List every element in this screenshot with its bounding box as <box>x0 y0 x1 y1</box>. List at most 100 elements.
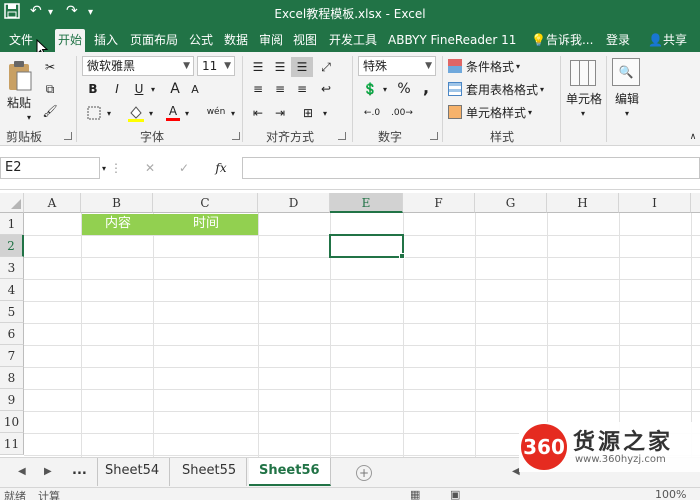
fill-handle[interactable] <box>399 253 405 259</box>
find-icon[interactable]: 🔍 <box>612 58 640 86</box>
insert-function-button[interactable]: fx <box>210 158 232 178</box>
column-header-h[interactable]: H <box>547 193 619 213</box>
font-launcher-icon[interactable] <box>232 132 240 140</box>
row-header-6[interactable]: 6 <box>0 323 24 345</box>
align-right-icon[interactable]: ≡ <box>292 80 312 98</box>
sheet-tab-sheet55[interactable]: Sheet55 <box>172 458 248 486</box>
percent-button[interactable]: % <box>394 80 414 98</box>
row-header-11[interactable]: 11 <box>0 433 24 455</box>
name-box-dropdown-icon[interactable]: ▾ <box>98 158 110 178</box>
tab-home[interactable]: 开始 <box>55 29 86 52</box>
number-launcher-icon[interactable] <box>430 132 438 140</box>
phonetic-button[interactable]: wén <box>204 102 228 122</box>
tab-view[interactable]: 视图 <box>290 29 320 52</box>
column-header-g[interactable]: G <box>475 193 547 213</box>
row-header-5[interactable]: 5 <box>0 301 24 323</box>
tab-file[interactable]: 文件 <box>6 29 36 52</box>
conditional-format-button[interactable]: 条件格式 ▾ <box>448 57 552 75</box>
formula-input[interactable] <box>242 157 700 179</box>
increase-decimal-icon[interactable]: ←.0 <box>360 104 384 122</box>
currency-dropdown-icon[interactable]: ▾ <box>380 80 390 98</box>
editing-dropdown-icon[interactable]: ▾ <box>620 106 634 120</box>
format-as-table-button[interactable]: 套用表格格式 ▾ <box>448 80 558 98</box>
paste-icon[interactable] <box>4 58 34 94</box>
scroll-right-icon[interactable]: ▶ <box>44 466 52 477</box>
border-icon[interactable] <box>84 104 104 122</box>
cancel-button[interactable]: ✕ <box>140 158 160 178</box>
selected-cell-e2[interactable] <box>329 234 404 258</box>
row-header-2[interactable]: 2 <box>0 235 24 257</box>
increase-indent-icon[interactable]: ⇥ <box>270 104 290 122</box>
row-header-1[interactable]: 1 <box>0 213 24 235</box>
sheet-tab-sheet56[interactable]: Sheet56 <box>249 458 331 486</box>
column-header-b[interactable]: B <box>81 193 153 213</box>
phonetic-dropdown-icon[interactable]: ▾ <box>228 104 238 122</box>
fill-color-dropdown-icon[interactable]: ▾ <box>146 104 156 122</box>
row-header-9[interactable]: 9 <box>0 389 24 411</box>
number-format-select[interactable]: 特殊 ▼ <box>358 56 436 76</box>
orientation-icon[interactable]: ⤢ <box>316 58 336 76</box>
shrink-font-button[interactable]: A <box>186 80 204 98</box>
grow-font-button[interactable]: A <box>166 80 184 98</box>
merge-dropdown-icon[interactable]: ▾ <box>320 104 330 122</box>
row-header-4[interactable]: 4 <box>0 279 24 301</box>
decrease-decimal-icon[interactable]: .00→ <box>390 104 414 122</box>
format-painter-icon[interactable]: 🖌 <box>40 102 60 120</box>
column-header-a[interactable]: A <box>24 193 81 213</box>
tab-abbyy[interactable]: ABBYY FineReader 11 <box>385 29 519 52</box>
tab-review[interactable]: 审阅 <box>256 29 286 52</box>
cut-icon[interactable]: ✂ <box>40 58 60 76</box>
comma-button[interactable]: , <box>418 78 434 97</box>
cells-dropdown-icon[interactable]: ▾ <box>576 106 590 120</box>
italic-button[interactable]: I <box>108 80 126 98</box>
align-middle-icon[interactable]: ☰ <box>270 58 290 76</box>
merge-center-icon[interactable]: ⊞ <box>296 104 320 122</box>
signin-link[interactable]: 登录 <box>603 29 633 52</box>
worksheet-grid[interactable]: A B C D E F G H I 1 2 3 4 5 6 7 8 9 10 1… <box>0 193 700 457</box>
underline-button[interactable]: U <box>130 80 148 98</box>
page-layout-view-icon[interactable]: ▣ <box>450 488 460 500</box>
border-dropdown-icon[interactable]: ▾ <box>104 104 114 122</box>
tab-data[interactable]: 数据 <box>221 29 251 52</box>
align-left-icon[interactable]: ≡ <box>248 80 268 98</box>
paste-button[interactable]: 粘贴 <box>4 94 34 110</box>
fill-color-icon[interactable] <box>126 104 146 122</box>
tab-page-layout[interactable]: 页面布局 <box>127 29 181 52</box>
scroll-left-icon[interactable]: ◀ <box>18 466 26 477</box>
row-header-10[interactable]: 10 <box>0 411 24 433</box>
tell-me-search[interactable]: 💡告诉我... <box>528 29 596 52</box>
font-color-dropdown-icon[interactable]: ▾ <box>182 104 192 122</box>
share-button[interactable]: 👤共享 <box>645 29 690 52</box>
wrap-text-icon[interactable]: ↩ <box>316 80 336 98</box>
add-sheet-icon[interactable]: + <box>356 465 372 481</box>
bold-button[interactable]: B <box>84 80 102 98</box>
font-color-button[interactable]: A <box>164 102 182 122</box>
font-name-select[interactable]: 微软雅黑 ▼ <box>82 56 194 76</box>
clipboard-launcher-icon[interactable] <box>64 132 72 140</box>
currency-icon[interactable]: 💲 <box>360 80 380 98</box>
cells-icon[interactable] <box>568 58 598 88</box>
cell-b1[interactable]: 内容 <box>82 214 154 234</box>
column-header-f[interactable]: F <box>403 193 475 213</box>
copy-icon[interactable]: ⧉ <box>40 80 60 98</box>
paste-dropdown-icon[interactable]: ▾ <box>22 110 36 124</box>
row-header-8[interactable]: 8 <box>0 367 24 389</box>
align-center-icon[interactable]: ≡ <box>270 80 290 98</box>
column-header-partial[interactable] <box>691 193 700 213</box>
editing-button[interactable]: 编辑 <box>610 90 644 106</box>
confirm-button[interactable]: ✓ <box>174 158 194 178</box>
font-size-select[interactable]: 11 ▼ <box>197 56 235 76</box>
column-header-c[interactable]: C <box>153 193 258 213</box>
normal-view-icon[interactable]: ▦ <box>410 488 420 500</box>
tab-formulas[interactable]: 公式 <box>186 29 216 52</box>
zoom-level[interactable]: 100% <box>655 488 686 500</box>
column-header-i[interactable]: I <box>619 193 691 213</box>
select-all-corner[interactable] <box>0 193 24 213</box>
decrease-indent-icon[interactable]: ⇤ <box>248 104 268 122</box>
cell-c1[interactable]: 时间 <box>154 214 258 234</box>
row-header-7[interactable]: 7 <box>0 345 24 367</box>
alignment-launcher-icon[interactable] <box>338 132 346 140</box>
tab-insert[interactable]: 插入 <box>91 29 121 52</box>
name-box[interactable]: E2 <box>0 157 100 179</box>
sheet-tab-sheet54[interactable]: Sheet54 <box>95 458 171 486</box>
